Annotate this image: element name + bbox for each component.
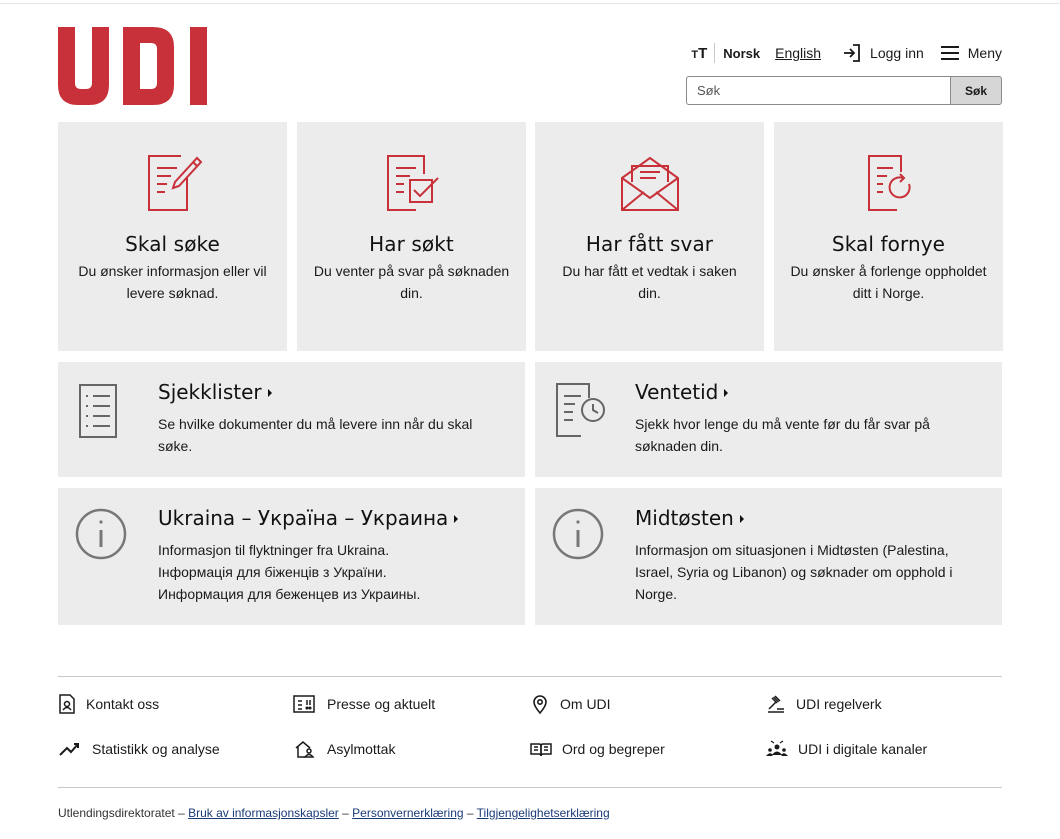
footer-link-asylmottak[interactable]: Asylmottak xyxy=(293,739,395,759)
footer-divider xyxy=(58,787,1002,788)
text-size-button[interactable]: TT xyxy=(691,45,707,62)
login-button[interactable]: Logg inn xyxy=(842,43,924,63)
tile-title: Har fått svar xyxy=(585,232,714,256)
people-group-icon xyxy=(766,740,788,756)
footer-link-kontakt[interactable]: Kontakt oss xyxy=(58,694,159,714)
document-clock-icon xyxy=(556,383,605,437)
tile-title: Har søkt xyxy=(369,232,454,256)
utility-separator xyxy=(714,43,716,63)
tile-title-text: Ukraina – Україна – Украина xyxy=(158,506,449,530)
info-icon xyxy=(552,508,604,560)
utility-bar: TT Norsk English Logg inn Meny xyxy=(691,42,1002,64)
footer-link-label: UDI i digitale kanaler xyxy=(798,741,928,757)
tile-title: Ukraina – Україна – Украина xyxy=(158,506,459,530)
footer-divider xyxy=(58,676,1002,677)
tile-har-fatt-svar[interactable]: Har fått svar Du har fått et vedtak i sa… xyxy=(535,122,764,351)
menu-label: Meny xyxy=(967,45,1002,61)
arrow-right-icon xyxy=(724,388,729,397)
tile-title: Ventetid xyxy=(635,380,729,404)
accessibility-link[interactable]: Tilgjengelighetserklæring xyxy=(477,806,610,820)
footer-link-label: Statistikk og analyse xyxy=(92,741,220,757)
tile-sjekklister[interactable]: Sjekklister Se hvilke dokumenter du må l… xyxy=(58,362,525,477)
legal-separator: – xyxy=(338,806,353,820)
contact-icon xyxy=(59,694,75,714)
tile-text: Du ønsker å forlenge oppholdet ditt i No… xyxy=(790,263,987,301)
search-input[interactable] xyxy=(686,76,950,105)
tile-text: Du venter på svar på søknaden din. xyxy=(313,263,510,301)
tile-text-line: Информация для беженцев из Украины. xyxy=(158,586,421,602)
tile-text: Du ønsker informasjon eller vil levere s… xyxy=(78,263,267,301)
tile-title: Skal søke xyxy=(125,232,220,256)
tile-ventetid[interactable]: Ventetid Sjekk hvor lenge du må vente fø… xyxy=(535,362,1002,477)
tile-midtosten[interactable]: Midtøsten Informasjon om situasjonen i M… xyxy=(535,488,1002,625)
checklist-icon xyxy=(79,384,117,438)
tile-har-sokt[interactable]: Har søkt Du venter på svar på søknaden d… xyxy=(297,122,526,351)
arrow-right-icon xyxy=(739,514,744,523)
open-book-icon xyxy=(530,743,552,757)
privacy-link[interactable]: Personvernerklæring xyxy=(352,806,463,820)
search-form: Søk xyxy=(686,76,1002,105)
tile-text: Informasjon om situasjonen i Midtøsten (… xyxy=(635,542,953,602)
tile-ukraina[interactable]: Ukraina – Україна – Украина Informasjon … xyxy=(58,488,525,625)
footer-link-label: Om UDI xyxy=(560,696,611,712)
legal-separator: – xyxy=(463,806,477,820)
footer-link-label: UDI regelverk xyxy=(796,696,882,712)
tile-skal-fornye[interactable]: Skal fornye Du ønsker å forlenge opphold… xyxy=(774,122,1003,351)
checked-document-icon xyxy=(386,155,439,211)
legal-line: Utlendingsdirektoratet – Bruk av informa… xyxy=(58,806,610,820)
arrow-right-icon xyxy=(267,388,272,397)
envelope-icon xyxy=(620,156,679,211)
language-english[interactable]: English xyxy=(775,45,821,61)
tile-title: Midtøsten xyxy=(635,506,744,530)
footer-link-label: Presse og aktuelt xyxy=(327,696,436,712)
tile-text: Informasjon til flyktninger fra Ukraina.… xyxy=(158,539,485,605)
tile-text: Du har fått et vedtak i saken din. xyxy=(562,263,737,301)
footer-link-label: Ord og begreper xyxy=(562,741,665,757)
location-pin-icon xyxy=(533,695,547,714)
footer-link-label: Kontakt oss xyxy=(86,696,160,712)
tile-skal-soke[interactable]: Skal søke Du ønsker informasjon eller vi… xyxy=(58,122,287,351)
top-divider xyxy=(0,3,1060,4)
tile-title: Sjekklister xyxy=(158,380,272,404)
footer-link-presse[interactable]: Presse og aktuelt xyxy=(293,694,435,714)
arrow-right-icon xyxy=(454,514,459,523)
footer-link-ord-og-begreper[interactable]: Ord og begreper xyxy=(530,739,665,759)
tile-text: Sjekk hvor lenge du må vente før du får … xyxy=(635,416,930,454)
language-norsk[interactable]: Norsk xyxy=(723,46,760,61)
tile-text-line: Інформація для біженців з України. xyxy=(158,564,387,580)
menu-button[interactable]: Meny xyxy=(940,45,1002,61)
tile-title: Skal fornye xyxy=(831,232,946,256)
tile-title-text: Midtøsten xyxy=(635,506,734,530)
udi-logo[interactable] xyxy=(58,27,208,105)
login-icon xyxy=(844,44,860,62)
house-person-icon xyxy=(295,741,315,758)
org-name: Utlendingsdirektoratet xyxy=(58,806,175,820)
footer-link-om-udi[interactable]: Om UDI xyxy=(530,694,611,714)
tile-title-text: Ventetid xyxy=(635,380,719,404)
legal-separator: – xyxy=(174,806,189,820)
info-icon xyxy=(75,508,127,560)
search-button[interactable]: Søk xyxy=(950,76,1002,105)
footer-link-regelverk[interactable]: UDI regelverk xyxy=(766,694,882,714)
tile-text-line: Informasjon til flyktninger fra Ukraina. xyxy=(158,542,390,558)
trend-chart-icon xyxy=(59,743,79,756)
footer-link-digitale-kanaler[interactable]: UDI i digitale kanaler xyxy=(766,739,927,759)
footer-link-label: Asylmottak xyxy=(327,741,396,757)
tile-title-text: Sjekklister xyxy=(158,380,262,404)
edit-document-icon xyxy=(147,155,202,211)
gavel-icon xyxy=(768,695,784,713)
cookies-link[interactable]: Bruk av informasjonskapsler xyxy=(188,806,339,820)
login-label: Logg inn xyxy=(870,45,924,61)
renew-document-icon xyxy=(867,155,911,211)
footer-link-statistikk[interactable]: Statistikk og analyse xyxy=(58,739,220,759)
tile-text: Se hvilke dokumenter du må levere inn nå… xyxy=(158,416,473,454)
hamburger-icon xyxy=(940,46,959,60)
press-icon xyxy=(293,695,315,713)
